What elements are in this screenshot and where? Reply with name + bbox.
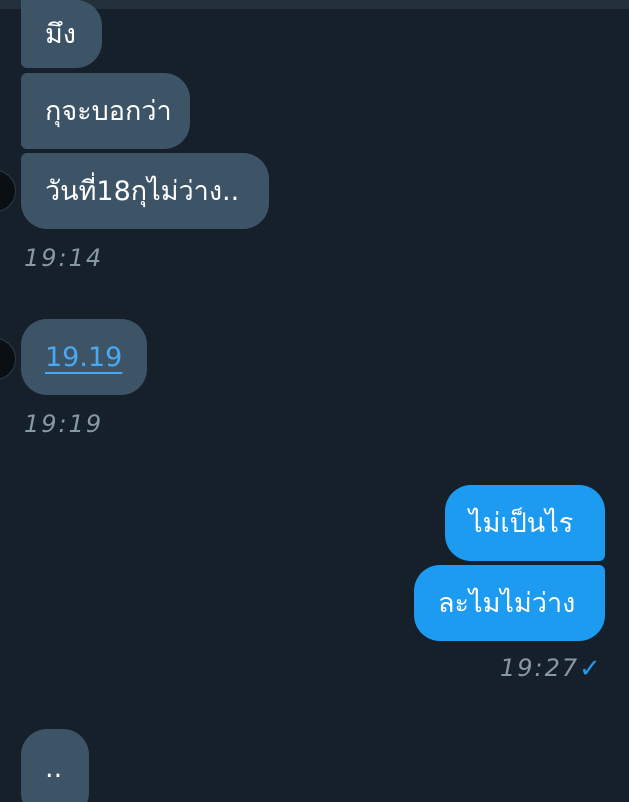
avatar[interactable] [0,170,16,212]
message-text: มึง [45,18,76,50]
message-text: ละไมไม่ว่าง [438,587,576,619]
message-text: ไม่เป็นไร [469,507,574,539]
message-bubble-incoming[interactable]: กุจะบอกว่า [21,73,190,149]
message-timestamp: 19:27 [500,654,580,682]
message-bubble-incoming[interactable]: วันที่18กุไม่ว่าง.. [21,153,269,229]
chat-screen: มึง กุจะบอกว่า วันที่18กุไม่ว่าง.. 19:14… [0,0,629,802]
message-bubble-outgoing[interactable]: ละไมไม่ว่าง [414,565,605,641]
message-text: กุจะบอกว่า [45,95,172,127]
message-bubble-incoming[interactable]: 19.19 [21,319,147,395]
message-text: .. [45,753,63,784]
message-text: วันที่18กุไม่ว่าง.. [45,175,240,207]
message-timestamp: 19:14 [24,244,104,272]
message-bubble-incoming[interactable]: .. [21,729,89,802]
message-timestamp: 19:19 [24,410,104,438]
message-bubble-outgoing[interactable]: ไม่เป็นไร [445,485,605,561]
message-link[interactable]: 19.19 [45,344,122,371]
avatar[interactable] [0,338,16,380]
check-icon: ✓ [579,654,601,684]
message-bubble-incoming[interactable]: มึง [21,0,102,68]
